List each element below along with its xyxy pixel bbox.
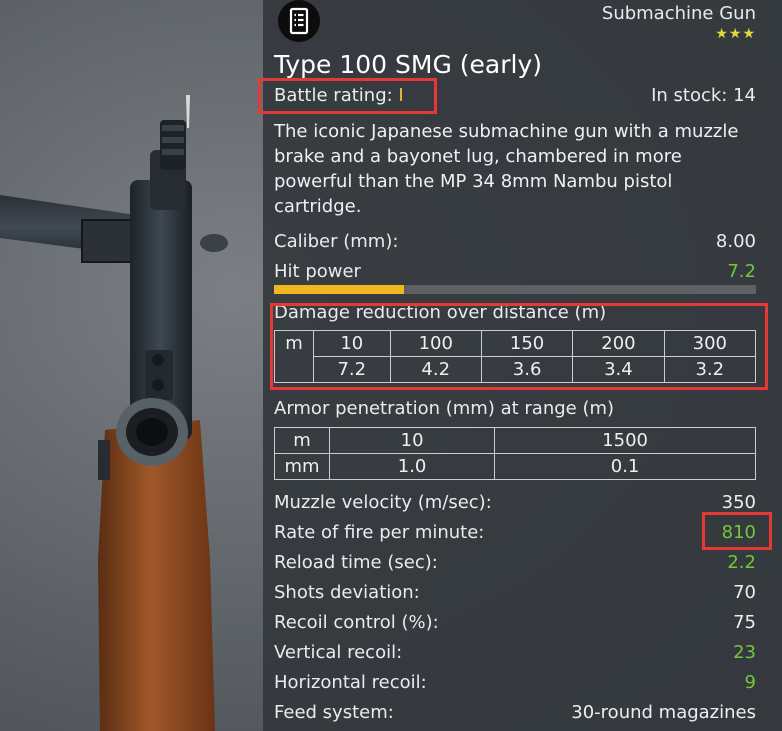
weapon-class-label: Submachine Gun — [601, 3, 756, 24]
rank-stars: ★★★ — [715, 26, 756, 42]
spec-value: 30-round magazines — [571, 702, 756, 723]
armor-penetration-cell: 1.0 — [328, 453, 496, 480]
in-stock-value: 14 — [733, 85, 756, 106]
spec-label: Rate of fire per minute: — [274, 522, 485, 543]
weapon-description: The iconic Japanese submachine gun with … — [274, 121, 739, 217]
weapon-render-image — [0, 95, 228, 731]
weapon-info-panel: Submachine Gun ★★★ Type 100 SMG (early) … — [258, 0, 782, 731]
hit-power-bar — [274, 285, 756, 294]
spec-label: Horizontal recoil: — [274, 672, 427, 693]
armor-range-cell: 10 — [328, 427, 496, 454]
hit-power-bar-fill — [274, 285, 405, 294]
battle-rating-highlight — [258, 78, 437, 114]
armor-table-row-label: m — [274, 427, 330, 454]
spec-label: Muzzle velocity (m/sec): — [274, 492, 492, 513]
rate-of-fire-highlight — [702, 512, 772, 550]
spec-label: Shots deviation: — [274, 582, 420, 603]
armor-table-row-label: mm — [274, 453, 330, 480]
armor-table: m 10 1500 mm 1.0 0.1 — [274, 427, 756, 480]
weapon-type-badge — [278, 0, 320, 42]
damage-table-highlight — [270, 303, 768, 390]
caliber-value: 8.00 — [715, 231, 756, 252]
spec-value: 2.2 — [727, 552, 756, 573]
spec-label: Recoil control (%): — [274, 612, 439, 633]
document-list-icon — [289, 7, 309, 35]
spec-value: 9 — [744, 672, 756, 693]
spec-label: Vertical recoil: — [274, 642, 403, 663]
in-stock: In stock: 14 — [651, 85, 756, 107]
spec-label: Feed system: — [274, 702, 394, 723]
armor-range-cell: 1500 — [494, 427, 756, 454]
weapon-title: Type 100 SMG (early) — [274, 50, 543, 79]
spec-value: 23 — [733, 642, 756, 663]
armor-penetration-cell: 0.1 — [494, 453, 756, 480]
hit-power-value: 7.2 — [727, 261, 756, 282]
spec-value: 75 — [733, 612, 756, 633]
armor-table-title: Armor penetration (mm) at range (m) — [274, 398, 615, 419]
spec-label: Reload time (sec): — [274, 552, 438, 573]
spec-value: 70 — [733, 582, 756, 603]
hit-power-label: Hit power — [274, 261, 361, 282]
caliber-label: Caliber (mm): — [274, 231, 399, 252]
in-stock-label: In stock: — [651, 85, 728, 106]
spec-value: 350 — [721, 492, 756, 513]
